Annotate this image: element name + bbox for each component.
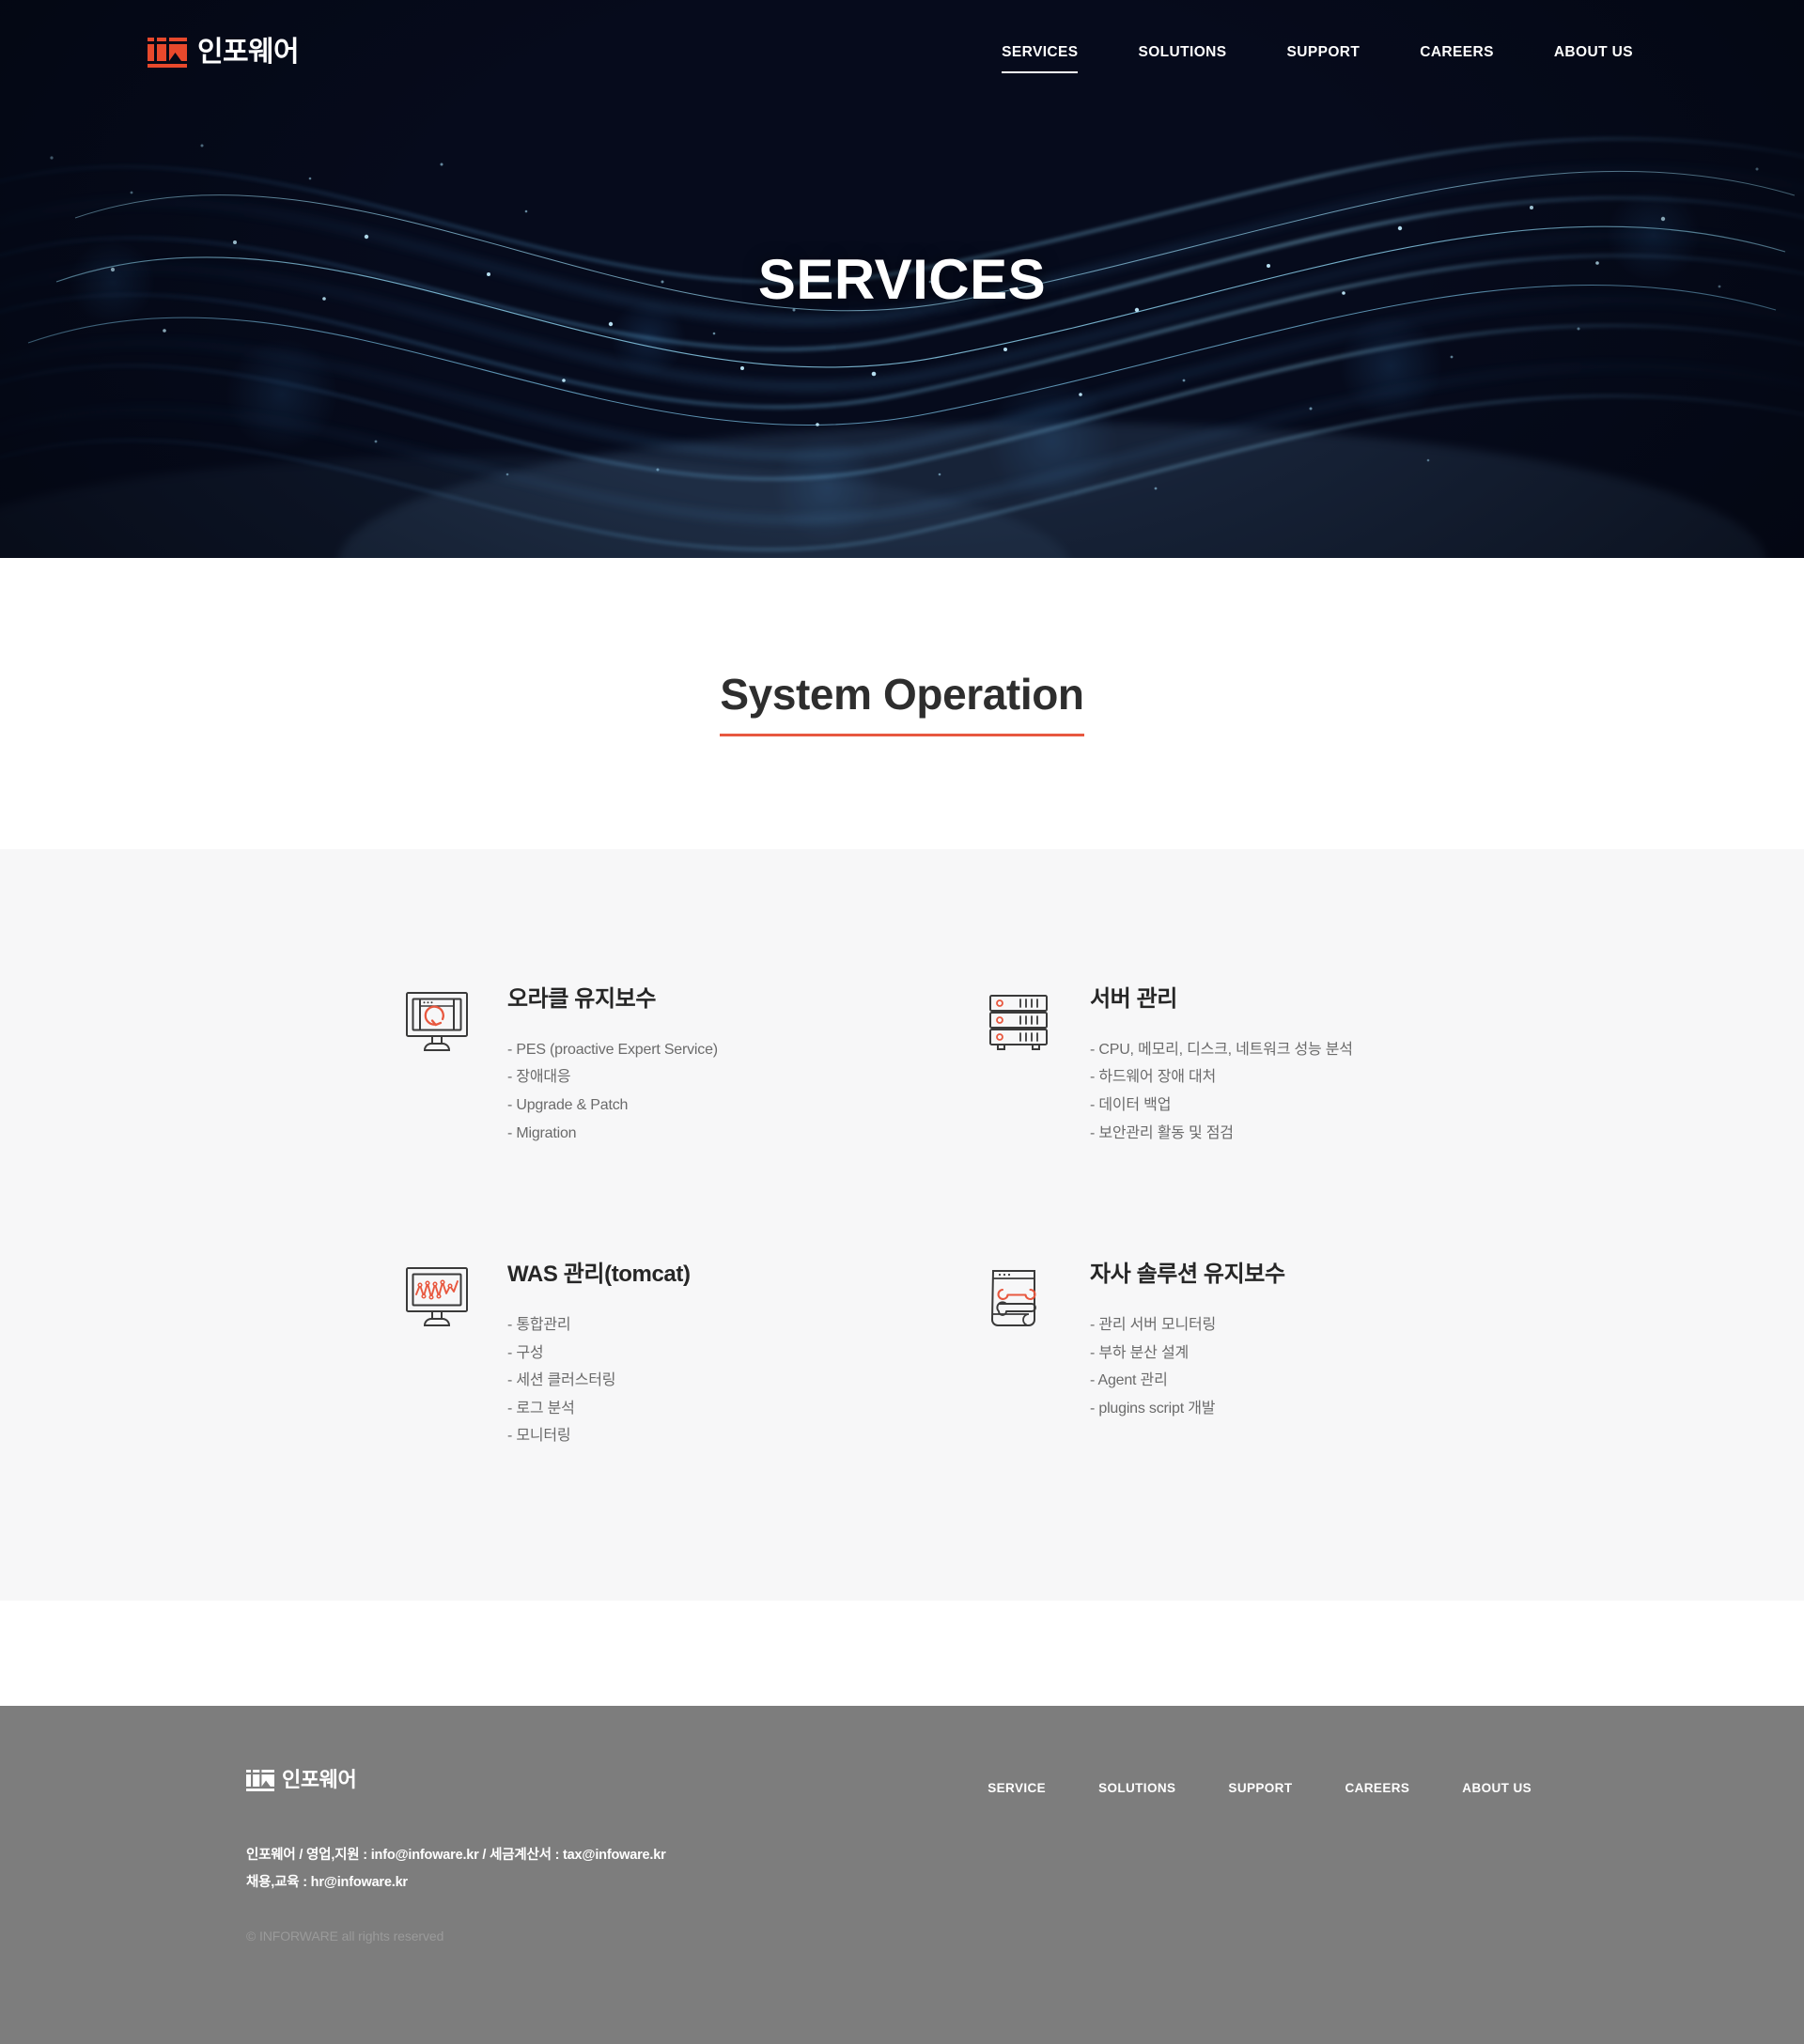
footer-contact-line-2: 채용,교육 : hr@infoware.kr [246, 1874, 408, 1890]
list-item: - 통합관리 [507, 1316, 571, 1333]
list-item: - 로그 분석 [507, 1400, 575, 1417]
service-card-title: 자사 솔루션 유지보수 [1090, 1262, 1285, 1288]
footer-spacer [0, 1600, 1804, 1706]
nav-item-services[interactable]: SERVICES [972, 44, 1108, 73]
document-wrench-icon [987, 1260, 1060, 1450]
nav-item-support[interactable]: SUPPORT [1257, 44, 1391, 61]
service-card: WAS 관리(tomcat) - 통합관리 - 구성 - 세션 클러스터링 - … [319, 1260, 902, 1450]
iw-logo-icon [246, 1770, 274, 1791]
list-item: - CPU, 메모리, 디스크, 네트워크 성능 분석 [1090, 1041, 1353, 1058]
list-item: - PES (proactive Expert Service) [507, 1041, 718, 1058]
service-card: 오라클 유지보수 - PES (proactive Expert Service… [319, 984, 902, 1147]
hero-banner: 인포웨어 SERVICES SOLUTIONS SUPPORT CAREERS … [0, 0, 1804, 558]
nav-item-careers[interactable]: CAREERS [1390, 44, 1524, 61]
list-item: - Agent 관리 [1090, 1372, 1168, 1389]
list-item: - Upgrade & Patch [507, 1096, 629, 1113]
list-item: - 부하 분산 설계 [1090, 1344, 1189, 1361]
footer-copyright: © INFORWARE all rights reserved [246, 1928, 444, 1943]
service-card-title: WAS 관리(tomcat) [507, 1262, 691, 1288]
list-item: - 세션 클러스터링 [507, 1372, 616, 1389]
site-header: 인포웨어 SERVICES SOLUTIONS SUPPORT CAREERS … [0, 0, 1804, 105]
services-section: 오라클 유지보수 - PES (proactive Expert Service… [0, 849, 1804, 1601]
section-title-band: System Operation [0, 558, 1804, 849]
footer-nav-item-service[interactable]: SERVICE [961, 1781, 1072, 1943]
list-item: - 구성 [507, 1344, 544, 1361]
services-grid: 오라클 유지보수 - PES (proactive Expert Service… [319, 984, 1485, 1450]
service-card: 서버 관리 - CPU, 메모리, 디스크, 네트워크 성능 분석 - 하드웨어… [902, 984, 1485, 1147]
footer-nav-item-about-us[interactable]: ABOUT US [1436, 1781, 1558, 1943]
list-item: - 하드웨어 장애 대처 [1090, 1069, 1217, 1086]
service-card-list: - 통합관리 - 구성 - 세션 클러스터링 - 로그 분석 - 모니터링 [507, 1311, 691, 1450]
monitor-refresh-icon [404, 984, 477, 1147]
main-nav: SERVICES SOLUTIONS SUPPORT CAREERS ABOUT… [972, 44, 1663, 73]
footer-logo-text: 인포웨어 [282, 1768, 357, 1792]
list-item: - 보안관리 활동 및 점검 [1090, 1124, 1234, 1141]
footer-contact-line-1: 인포웨어 / 영업,지원 : info@infoware.kr / 세금계산서 … [246, 1847, 666, 1863]
site-logo[interactable]: 인포웨어 [148, 37, 300, 68]
iw-logo-icon [148, 38, 187, 68]
service-card-list: - 관리 서버 모니터링 - 부하 분산 설계 - Agent 관리 - plu… [1090, 1311, 1285, 1422]
service-card-body: WAS 관리(tomcat) - 통합관리 - 구성 - 세션 클러스터링 - … [507, 1260, 691, 1450]
footer-left: 인포웨어 인포웨어 / 영업,지원 : info@infoware.kr / 세… [246, 1770, 961, 1943]
nav-item-about-us[interactable]: ABOUT US [1524, 44, 1663, 61]
page-title: System Operation [720, 671, 1084, 736]
service-card-title: 오라클 유지보수 [507, 986, 657, 1012]
footer-nav-item-support[interactable]: SUPPORT [1202, 1781, 1318, 1943]
list-item: - 모니터링 [507, 1428, 571, 1445]
logo-text: 인포웨어 [197, 37, 300, 68]
list-item: - 데이터 백업 [1090, 1096, 1172, 1113]
nav-item-solutions[interactable]: SOLUTIONS [1108, 44, 1256, 61]
service-card-body: 오라클 유지보수 - PES (proactive Expert Service… [507, 984, 718, 1147]
list-item: - plugins script 개발 [1090, 1400, 1216, 1417]
service-card-title: 서버 관리 [1090, 986, 1177, 1012]
site-footer: 인포웨어 인포웨어 / 영업,지원 : info@infoware.kr / 세… [0, 1705, 1804, 2044]
service-card: 자사 솔루션 유지보수 - 관리 서버 모니터링 - 부하 분산 설계 - Ag… [902, 1260, 1485, 1450]
list-item: - 장애대응 [507, 1069, 571, 1086]
monitor-chart-icon [404, 1260, 477, 1450]
service-card-body: 자사 솔루션 유지보수 - 관리 서버 모니터링 - 부하 분산 설계 - Ag… [1090, 1260, 1285, 1450]
service-card-list: - PES (proactive Expert Service) - 장애대응 … [507, 1036, 718, 1147]
list-item: - 관리 서버 모니터링 [1090, 1316, 1217, 1333]
list-item: - Migration [507, 1124, 577, 1141]
hero-title: SERVICES [757, 247, 1047, 311]
service-card-list: - CPU, 메모리, 디스크, 네트워크 성능 분석 - 하드웨어 장애 대처… [1090, 1036, 1353, 1147]
footer-nav: SERVICE SOLUTIONS SUPPORT CAREERS ABOUT … [961, 1770, 1558, 1943]
footer-logo[interactable]: 인포웨어 [246, 1770, 961, 1791]
footer-nav-item-solutions[interactable]: SOLUTIONS [1072, 1781, 1202, 1943]
footer-nav-item-careers[interactable]: CAREERS [1318, 1781, 1436, 1943]
service-card-body: 서버 관리 - CPU, 메모리, 디스크, 네트워크 성능 분석 - 하드웨어… [1090, 984, 1353, 1147]
footer-inner: 인포웨어 인포웨어 / 영업,지원 : info@infoware.kr / 세… [141, 1770, 1663, 1943]
server-rack-icon [987, 984, 1060, 1147]
